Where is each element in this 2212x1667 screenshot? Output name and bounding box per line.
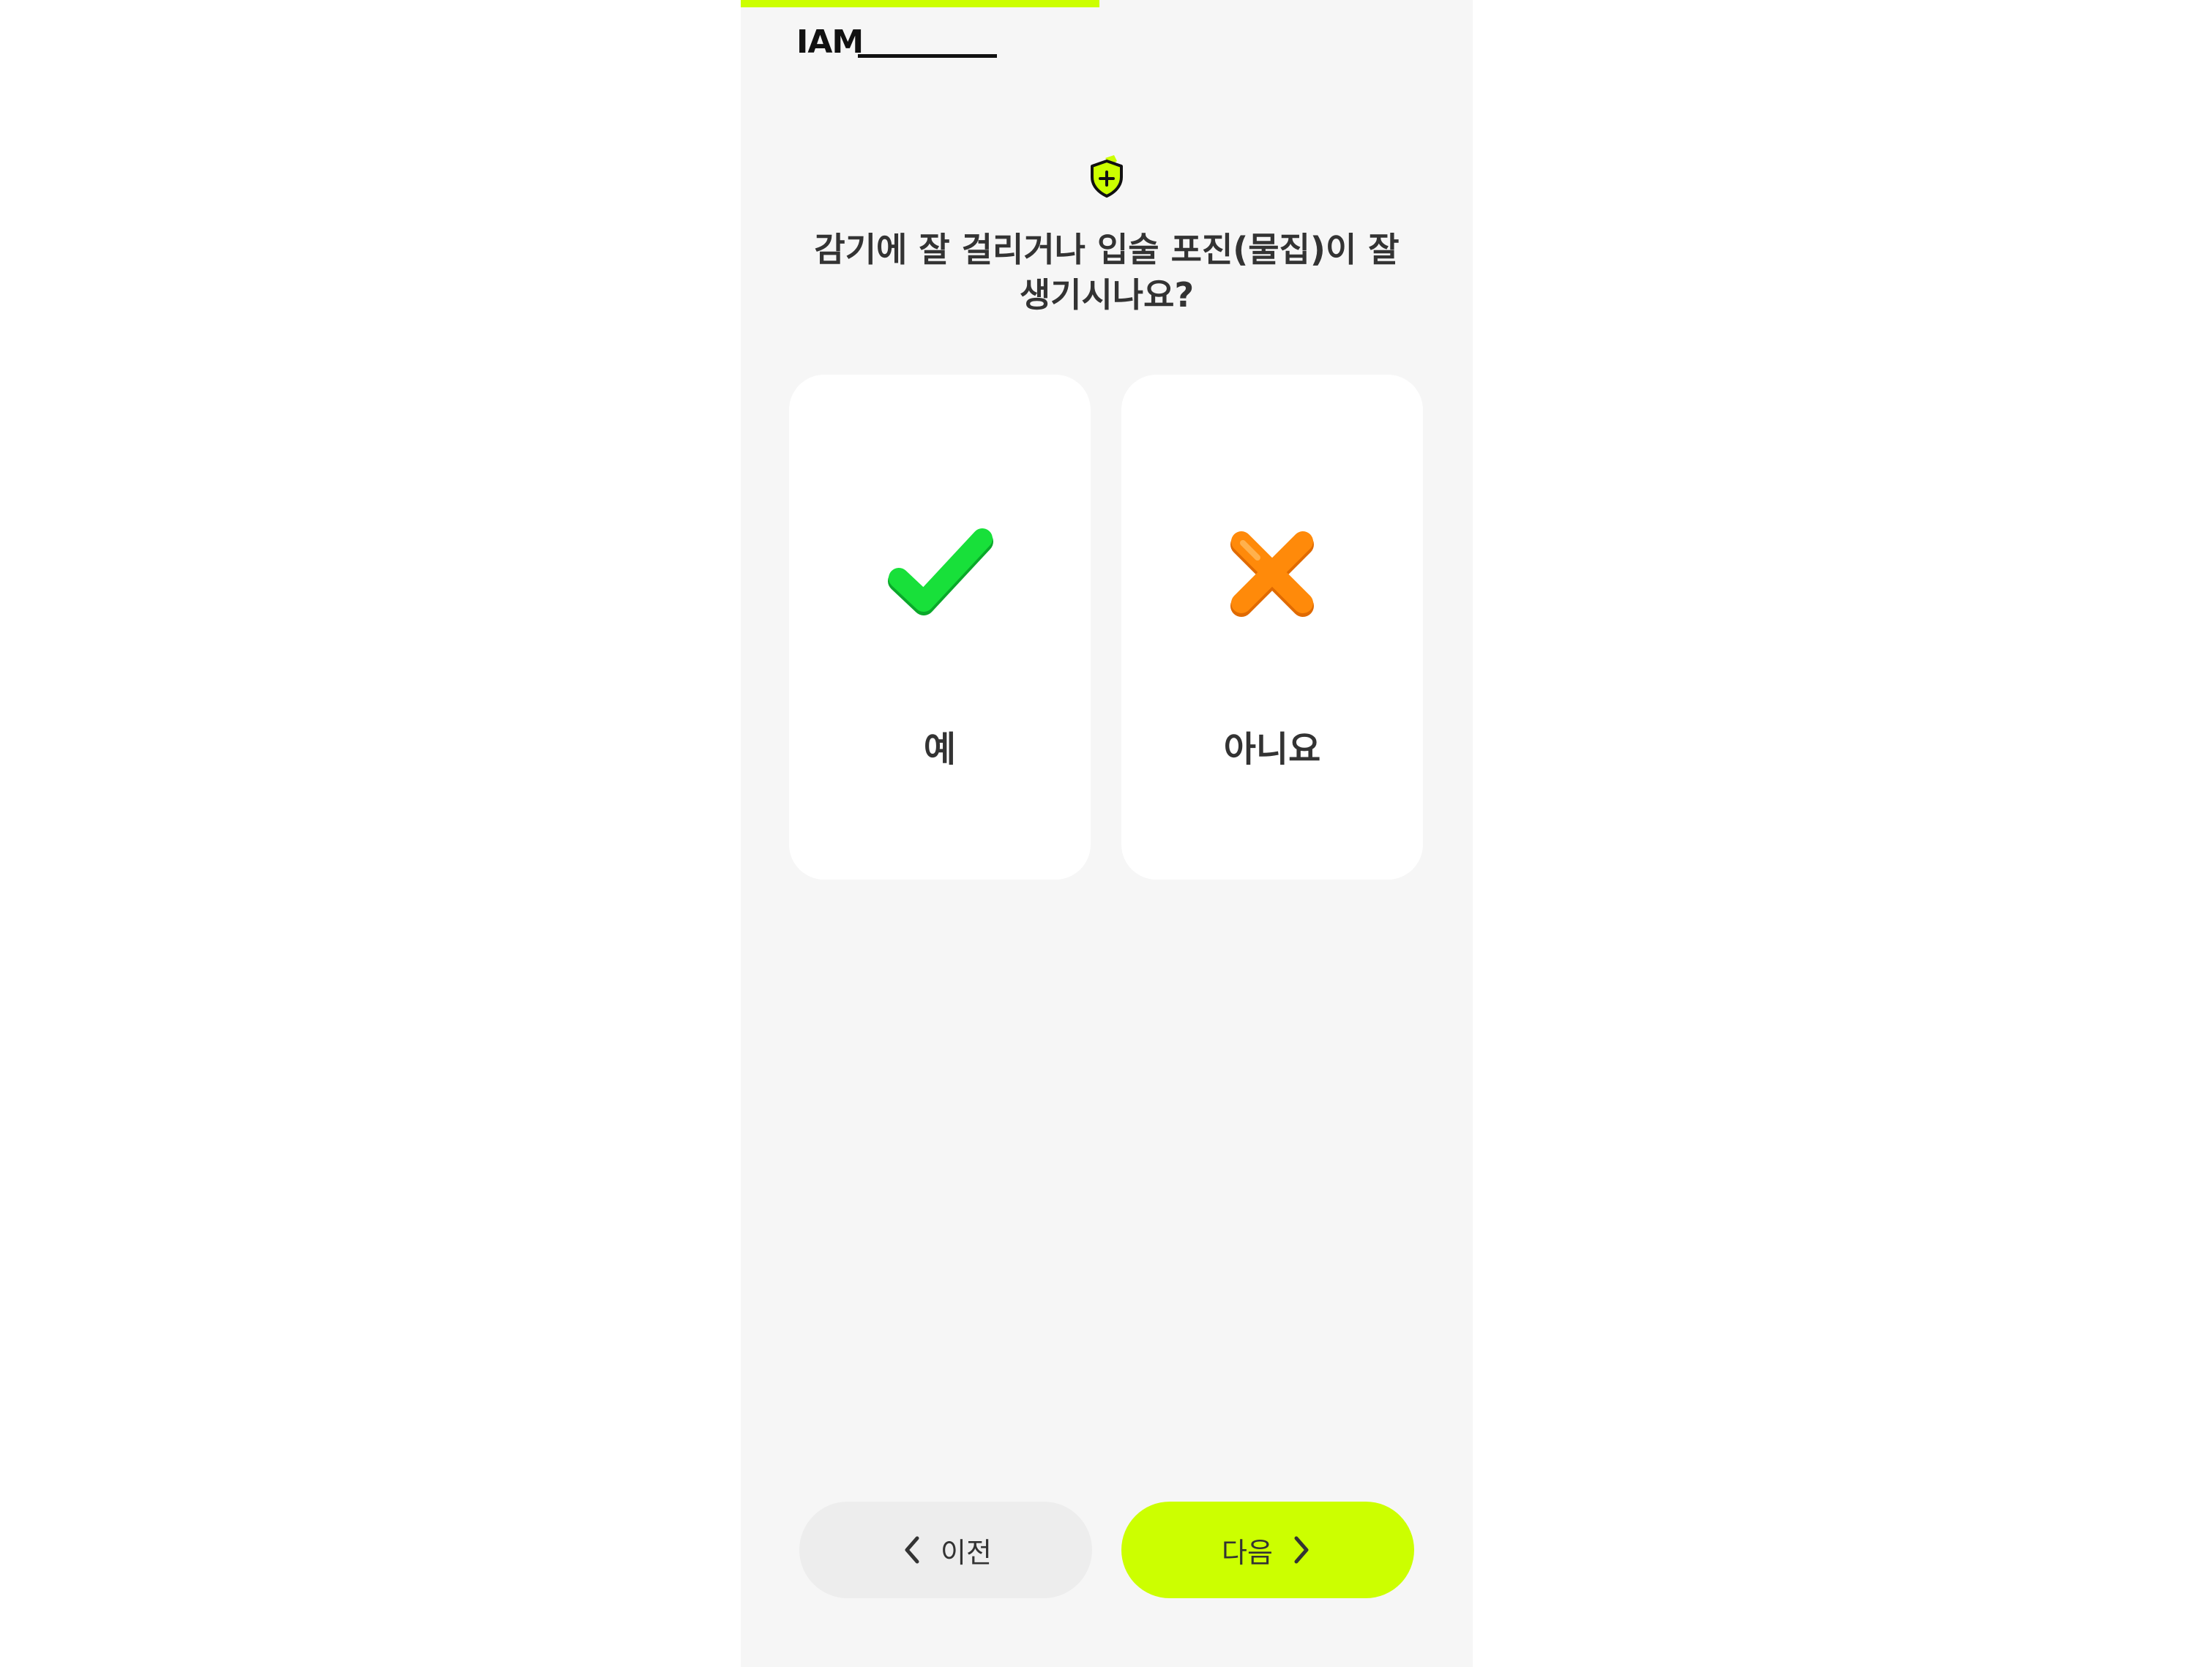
option-yes-label: 예 bbox=[923, 729, 957, 770]
x-cross-icon bbox=[1230, 531, 1314, 617]
question-text: 감기에 잘 걸리거나 입술 포진(물집)이 잘 생기시나요? bbox=[770, 227, 1443, 318]
checkmark-icon bbox=[888, 528, 993, 615]
shield-plus-icon bbox=[1091, 155, 1123, 198]
logo-underline bbox=[858, 54, 997, 58]
next-button[interactable]: 다음 bbox=[1121, 1502, 1414, 1598]
previous-button[interactable]: 이전 bbox=[799, 1502, 1092, 1598]
progress-bar bbox=[741, 0, 1099, 7]
option-no-label: 아니요 bbox=[1223, 729, 1321, 770]
previous-button-label: 이전 bbox=[941, 1536, 992, 1569]
option-yes-card[interactable]: 예 bbox=[789, 375, 1091, 880]
next-button-label: 다음 bbox=[1222, 1536, 1273, 1569]
question-line-2: 생기시나요? bbox=[1019, 275, 1195, 315]
chevron-left-icon bbox=[905, 1536, 919, 1564]
chevron-right-icon bbox=[1294, 1536, 1309, 1564]
screen: IAM 감기에 잘 걸리거나 입술 포진(물집)이 잘 생기시나요? 예 아니요… bbox=[741, 0, 1473, 1667]
app-logo: IAM bbox=[796, 23, 864, 61]
option-no-card[interactable]: 아니요 bbox=[1121, 375, 1423, 880]
question-line-1: 감기에 잘 걸리거나 입술 포진(물집)이 잘 bbox=[814, 230, 1400, 269]
